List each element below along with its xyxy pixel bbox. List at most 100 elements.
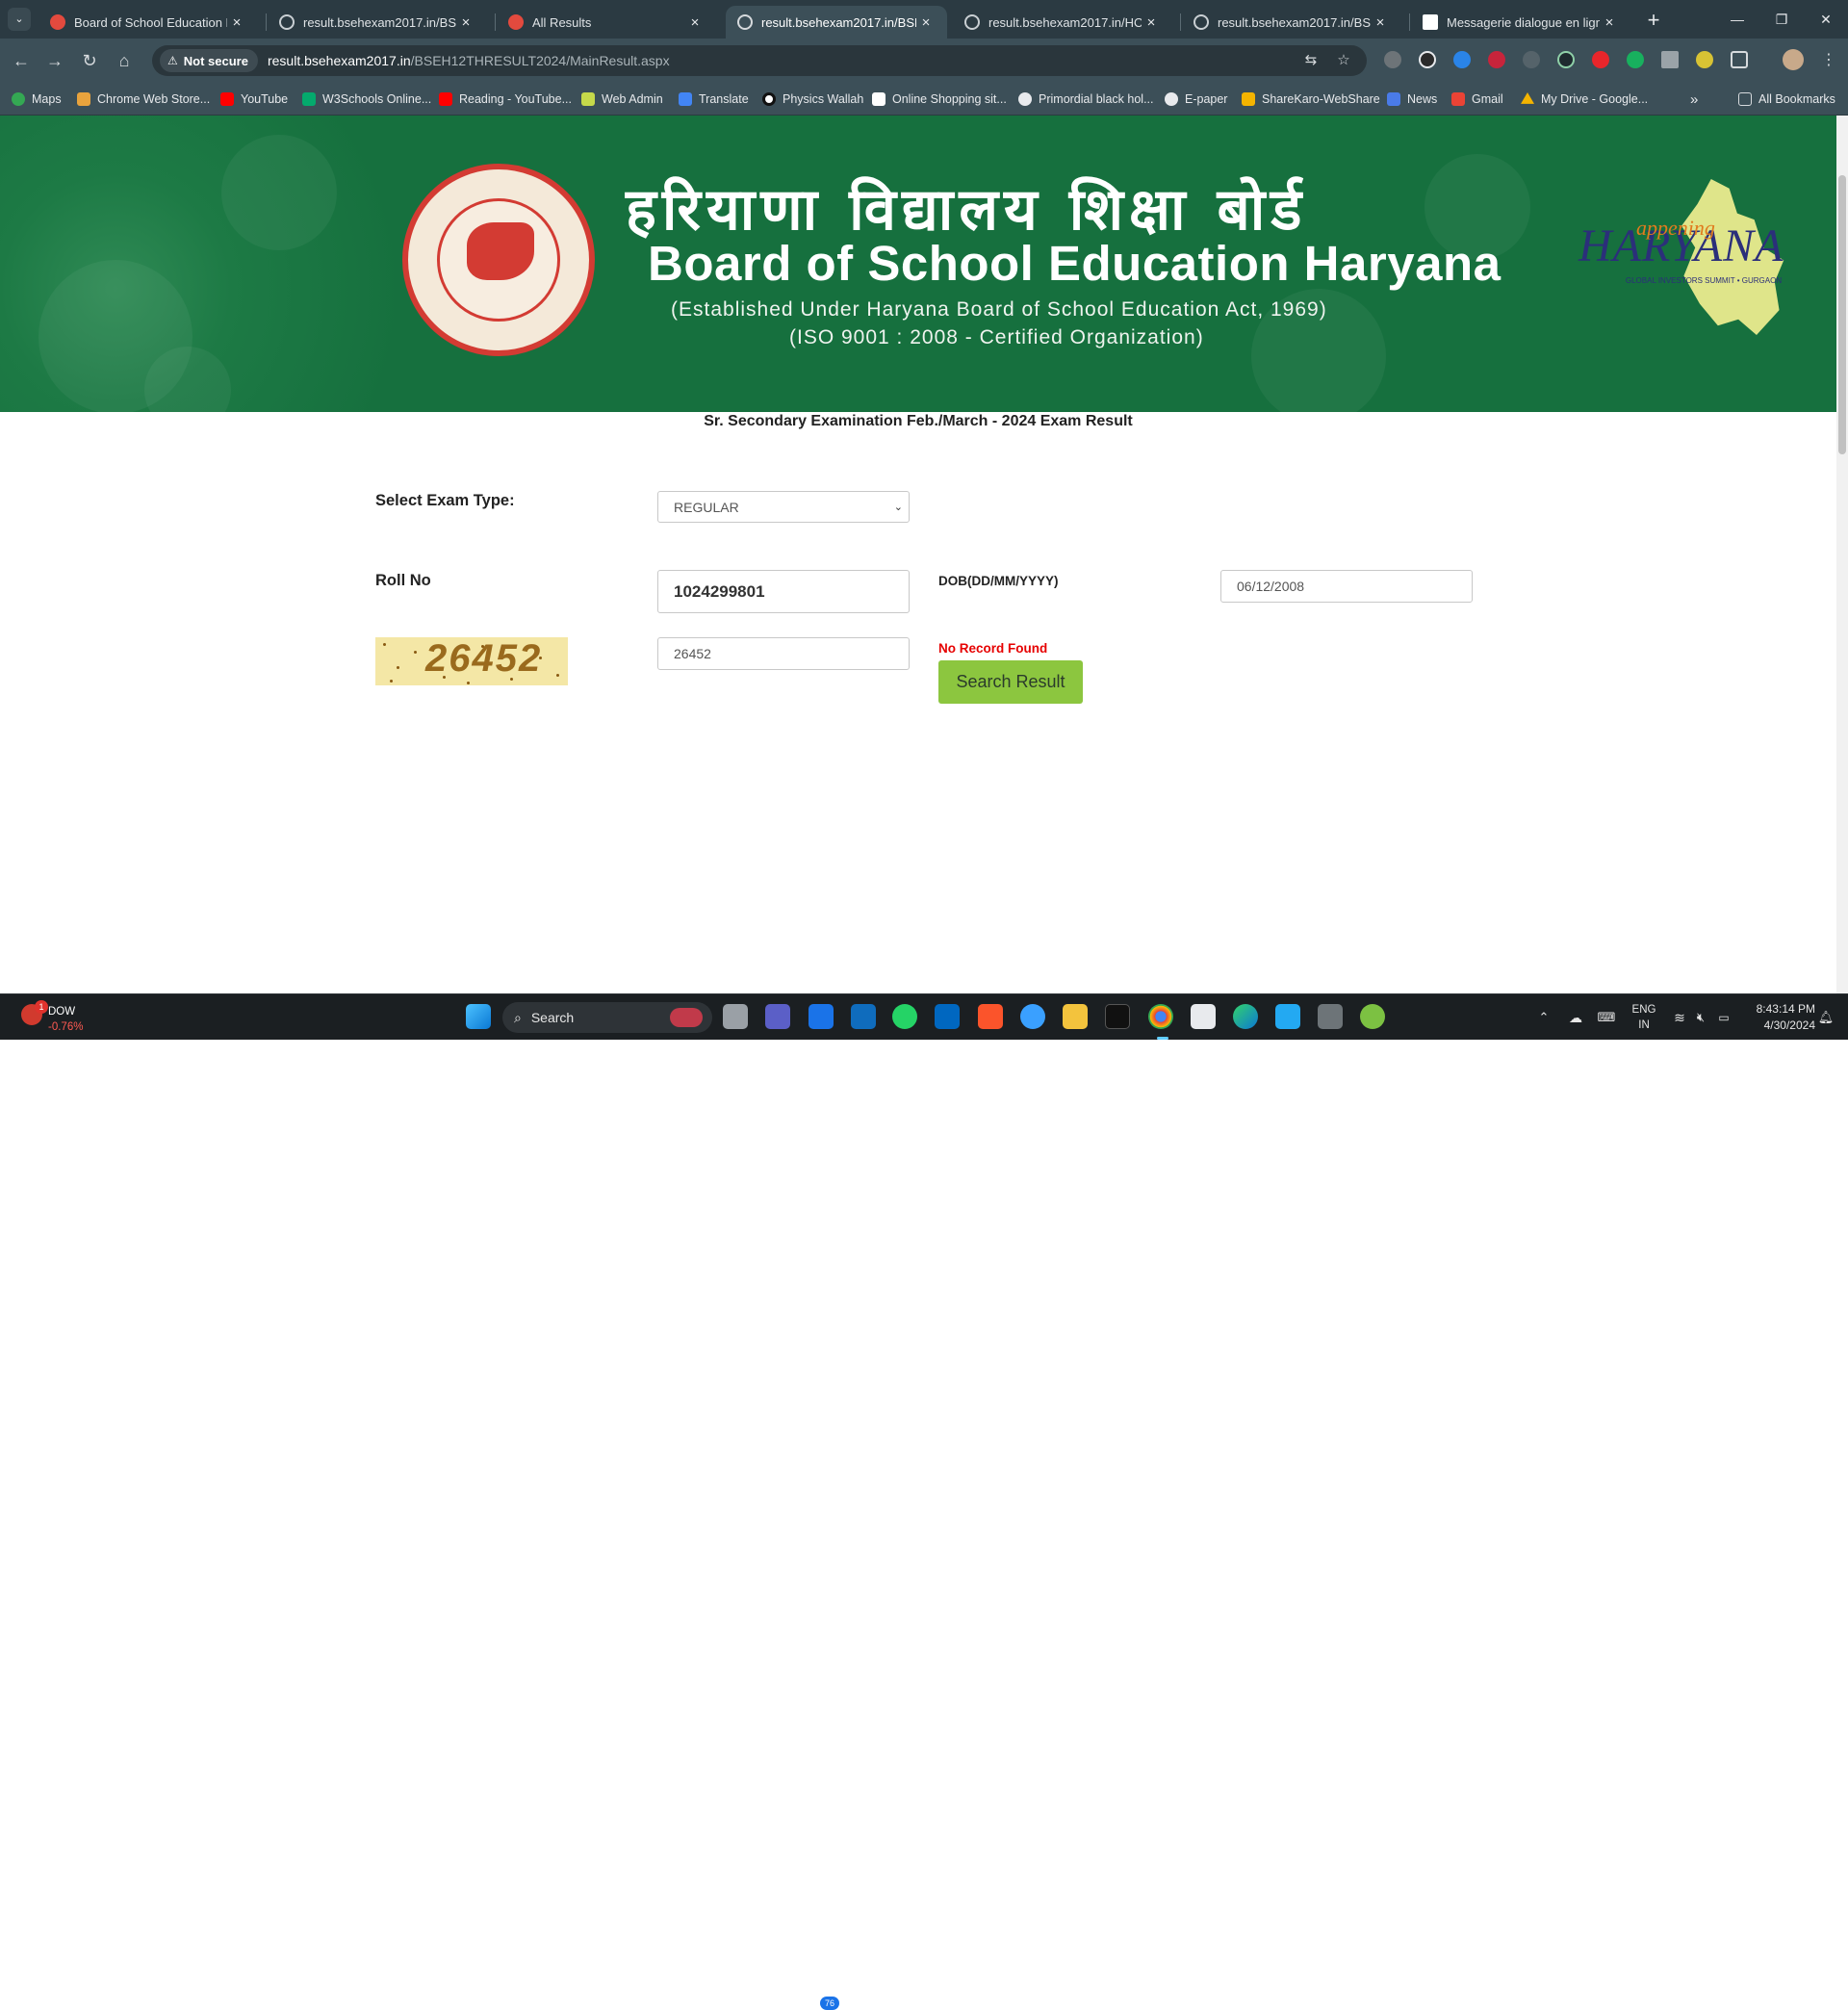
bookmark-translate[interactable]: Translate (679, 90, 749, 108)
minimize-window-button[interactable]: — (1715, 0, 1759, 39)
close-window-button[interactable]: ✕ (1804, 0, 1848, 39)
roll-no-input[interactable]: 1024299801 (657, 570, 910, 613)
reload-button[interactable]: ↻ (76, 47, 103, 74)
bookmark-physics-wallah[interactable]: Physics Wallah (762, 90, 863, 108)
bookmark-maps[interactable]: Maps (12, 90, 62, 108)
tab-all-results[interactable]: All Results × (497, 6, 716, 39)
outlook-icon[interactable] (851, 1004, 876, 1029)
language-indicator[interactable]: ENG IN (1627, 994, 1661, 1041)
video-extension-icon[interactable] (1453, 51, 1471, 68)
extension-icon[interactable] (1557, 51, 1575, 68)
extension-icon[interactable] (1523, 51, 1540, 68)
windows-start-icon[interactable] (466, 1004, 491, 1029)
scrollbar-thumb[interactable] (1838, 175, 1846, 454)
bookmark-e-paper[interactable]: E-paper (1165, 90, 1227, 108)
show-hidden-icons-chevron-icon[interactable]: ⌃ (1534, 994, 1553, 1041)
more-bookmarks-chevron-icon[interactable]: » (1690, 90, 1698, 108)
close-tab-icon[interactable]: × (1142, 14, 1161, 31)
restore-window-button[interactable]: ❐ (1759, 0, 1804, 39)
wifi-icon[interactable]: ≋ (1669, 994, 1690, 1041)
bookmark-reading-youtube[interactable]: Reading - YouTube... (439, 90, 572, 108)
onedrive-cloud-icon[interactable]: ☁ (1565, 994, 1586, 1041)
folder-icon (1738, 92, 1752, 106)
exam-type-select[interactable]: REGULAR ⌄ (657, 491, 910, 523)
extension-icon[interactable] (1696, 51, 1713, 68)
back-button[interactable]: ← (8, 47, 35, 74)
extension-icon[interactable] (1384, 51, 1401, 68)
grammarly-extension-icon[interactable] (1627, 51, 1644, 68)
url-text[interactable]: result.bsehexam2017.in/BSEH12THRESULT202… (268, 53, 670, 68)
record-extension-icon[interactable] (1488, 51, 1505, 68)
tab-result-hosbs[interactable]: result.bsehexam2017.in/HOSBS × (953, 6, 1172, 39)
mail-icon[interactable] (808, 1004, 834, 1029)
close-tab-icon[interactable]: × (685, 14, 705, 31)
bookmark-chrome-web-store[interactable]: Chrome Web Store... (77, 90, 210, 108)
search-result-button[interactable]: Search Result (938, 660, 1083, 704)
extension-icon[interactable] (1592, 51, 1609, 68)
bookmark-gmail[interactable]: Gmail (1451, 90, 1503, 108)
clock[interactable]: 8:43:14 PM 4/30/2024 (1742, 994, 1815, 1041)
all-bookmarks-button[interactable]: All Bookmarks (1738, 90, 1835, 108)
new-tab-button[interactable]: + (1640, 8, 1667, 35)
tab-divider (495, 13, 496, 31)
brave-browser-icon[interactable] (978, 1004, 1003, 1029)
edge-icon[interactable] (1233, 1004, 1258, 1029)
wordpress-icon[interactable] (1191, 1004, 1216, 1029)
close-tab-icon[interactable]: × (227, 14, 246, 31)
tab-bseh-home[interactable]: Board of School Education Hary × (38, 6, 258, 39)
bookmark-star-icon[interactable]: ☆ (1334, 51, 1353, 70)
app-icon[interactable] (1360, 1004, 1385, 1029)
profile-avatar[interactable] (1783, 49, 1804, 70)
notification-bell-icon[interactable]: 🔔︎ (1815, 994, 1836, 1041)
bookmark-online-shopping[interactable]: Online Shopping sit... (872, 90, 1007, 108)
bookmark-news[interactable]: News (1387, 90, 1437, 108)
captcha-input[interactable]: 26452 (657, 637, 910, 670)
close-tab-icon[interactable]: × (1600, 14, 1619, 31)
speaker-muted-icon[interactable]: 🔇︎ (1690, 994, 1711, 1041)
task-view-icon[interactable] (723, 1004, 748, 1029)
security-chip[interactable]: ⚠ Not secure (160, 49, 258, 72)
bookmark-youtube[interactable]: YouTube (220, 90, 288, 108)
close-tab-icon[interactable]: × (456, 14, 475, 31)
bookmark-sharekaro[interactable]: ShareKaro-WebShare (1242, 90, 1380, 108)
calculator-icon[interactable] (1318, 1004, 1343, 1029)
header-banner: हरियाणा विद्यालय शिक्षा बोर्ड Board of S… (0, 116, 1836, 412)
translate-icon[interactable]: ⇆ (1301, 51, 1321, 70)
bookmark-web-admin[interactable]: Web Admin (581, 90, 663, 108)
browser-menu-icon[interactable]: ⋮ (1821, 50, 1836, 69)
bookmark-w3schools[interactable]: W3Schools Online... (302, 90, 431, 108)
close-tab-icon[interactable]: × (916, 14, 936, 31)
captcha-noise (390, 680, 393, 683)
bookmark-my-drive[interactable]: My Drive - Google... (1521, 90, 1648, 108)
page-scrollbar[interactable] (1836, 116, 1848, 993)
file-explorer-icon[interactable] (1063, 1004, 1088, 1029)
microsoft-store-icon[interactable] (935, 1004, 960, 1029)
tab-search-button[interactable]: ⌄ (8, 8, 31, 31)
help-icon[interactable] (1020, 1004, 1045, 1029)
tab-title: result.bsehexam2017.in/BSEH1 (1218, 14, 1371, 30)
tab-result-2[interactable]: result.bsehexam2017.in/BSEH1 × (1182, 6, 1401, 39)
close-tab-icon[interactable]: × (1371, 14, 1390, 31)
r-app-icon[interactable] (1105, 1004, 1130, 1029)
home-button[interactable]: ⌂ (111, 47, 138, 74)
extensions-puzzle-icon[interactable] (1731, 51, 1748, 68)
tab-result-1[interactable]: result.bsehexam2017.in/BSEH1 × (268, 6, 487, 39)
tab-result-active[interactable]: result.bsehexam2017.in/BSEH1 × (726, 6, 947, 39)
chrome-icon[interactable] (1148, 1004, 1173, 1029)
notion-extension-icon[interactable] (1419, 51, 1436, 68)
forward-button[interactable]: → (41, 47, 68, 74)
whatsapp-icon[interactable] (892, 1004, 917, 1029)
reading-list-icon[interactable] (1661, 51, 1679, 68)
keyboard-icon[interactable]: ⌨ (1596, 994, 1617, 1041)
dob-input[interactable]: 06/12/2008 (1220, 570, 1473, 603)
battery-icon[interactable]: ▭ (1713, 994, 1734, 1041)
vscode-icon[interactable] (1275, 1004, 1300, 1029)
address-bar[interactable]: ⚠ Not secure result.bsehexam2017.in/BSEH… (152, 45, 1367, 76)
taskbar-search-box[interactable]: ⌕ Search (502, 1002, 712, 1033)
teams-meet-icon[interactable] (765, 1004, 790, 1029)
tab-messagerie[interactable]: Messagerie dialogue en ligne n × (1411, 6, 1630, 39)
bookmark-label: W3Schools Online... (322, 92, 432, 106)
tab-title: result.bsehexam2017.in/BSEH1 (761, 14, 916, 30)
bookmark-primordial[interactable]: Primordial black hol... (1018, 90, 1154, 108)
stock-ticker-widget[interactable]: 1 DOW -0.76% (21, 1000, 108, 1037)
